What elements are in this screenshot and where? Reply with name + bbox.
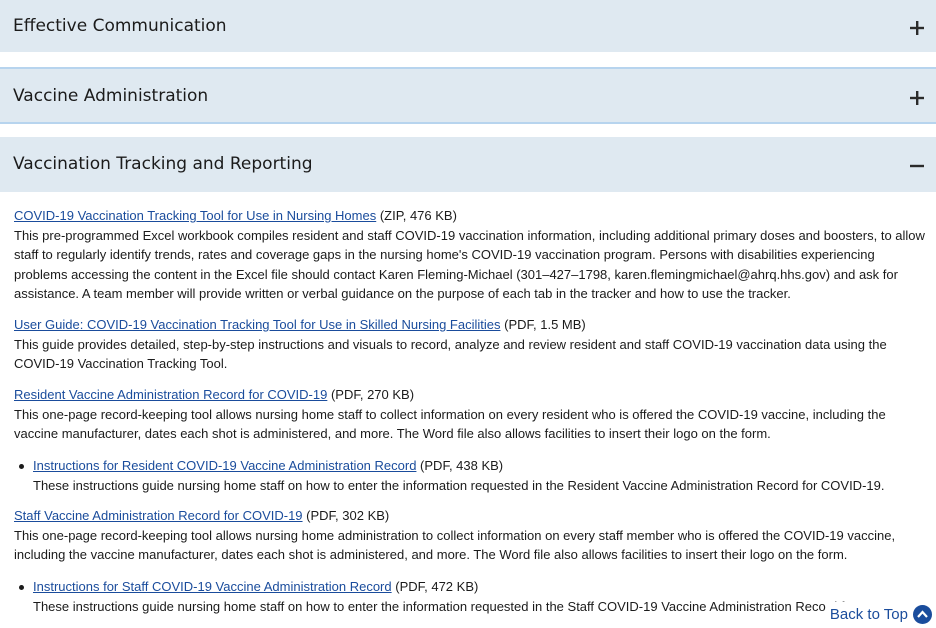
user-guide-link[interactable]: User Guide: COVID-19 Vaccination Trackin… <box>14 317 501 332</box>
list-item: Instructions for Staff COVID-19 Vaccine … <box>33 577 923 616</box>
resource-item: Resident Vaccine Administration Record f… <box>14 385 926 444</box>
list-item: Instructions for Resident COVID-19 Vacci… <box>33 456 923 495</box>
bullet-icon <box>19 464 24 469</box>
file-meta: (PDF, 270 KB) <box>327 387 415 402</box>
accordion-vaccination-tracking-and-reporting[interactable]: Vaccination Tracking and Reporting <box>0 137 936 192</box>
file-meta: (ZIP, 476 KB) <box>376 208 457 223</box>
resident-record-link[interactable]: Resident Vaccine Administration Record f… <box>14 387 327 402</box>
resource-item: Staff Vaccine Administration Record for … <box>14 506 926 565</box>
resource-description: This pre-programmed Excel workbook compi… <box>14 227 925 302</box>
accordion-effective-communication[interactable]: Effective Communication <box>0 0 936 52</box>
staff-record-link[interactable]: Staff Vaccine Administration Record for … <box>14 508 303 523</box>
accordion-vaccine-administration[interactable]: Vaccine Administration <box>0 67 936 124</box>
file-meta: (PDF, 438 KB) <box>416 458 504 473</box>
plus-icon[interactable] <box>908 89 926 107</box>
resident-instructions-link[interactable]: Instructions for Resident COVID-19 Vacci… <box>33 458 416 473</box>
accordion-title: Effective Communication <box>13 16 227 36</box>
resource-description: This one-page record-keeping tool allows… <box>14 406 886 442</box>
plus-icon[interactable] <box>908 19 926 37</box>
back-to-top-label: Back to Top <box>829 605 908 623</box>
file-meta: (PDF, 302 KB) <box>302 508 390 523</box>
accordion-title: Vaccination Tracking and Reporting <box>13 154 313 174</box>
resource-description: This one-page record-keeping tool allows… <box>14 527 896 563</box>
resource-description: These instructions guide nursing home st… <box>33 598 923 614</box>
resource-description: These instructions guide nursing home st… <box>33 477 885 493</box>
staff-instructions-link[interactable]: Instructions for Staff COVID-19 Vaccine … <box>33 579 392 594</box>
file-meta: (PDF, 1.5 MB) <box>500 317 586 332</box>
accordion-title: Vaccine Administration <box>13 86 209 106</box>
resource-item: COVID-19 Vaccination Tracking Tool for U… <box>14 206 926 304</box>
bullet-icon <box>19 585 24 590</box>
file-meta: (PDF, 472 KB) <box>391 579 479 594</box>
back-to-top-button[interactable]: Back to Top <box>825 602 932 626</box>
minus-icon[interactable] <box>908 157 926 175</box>
resource-item: User Guide: COVID-19 Vaccination Trackin… <box>14 315 926 374</box>
chevron-up-icon <box>913 604 932 624</box>
resource-description: This guide provides detailed, step-by-st… <box>14 336 887 372</box>
tracking-tool-link[interactable]: COVID-19 Vaccination Tracking Tool for U… <box>14 208 376 223</box>
